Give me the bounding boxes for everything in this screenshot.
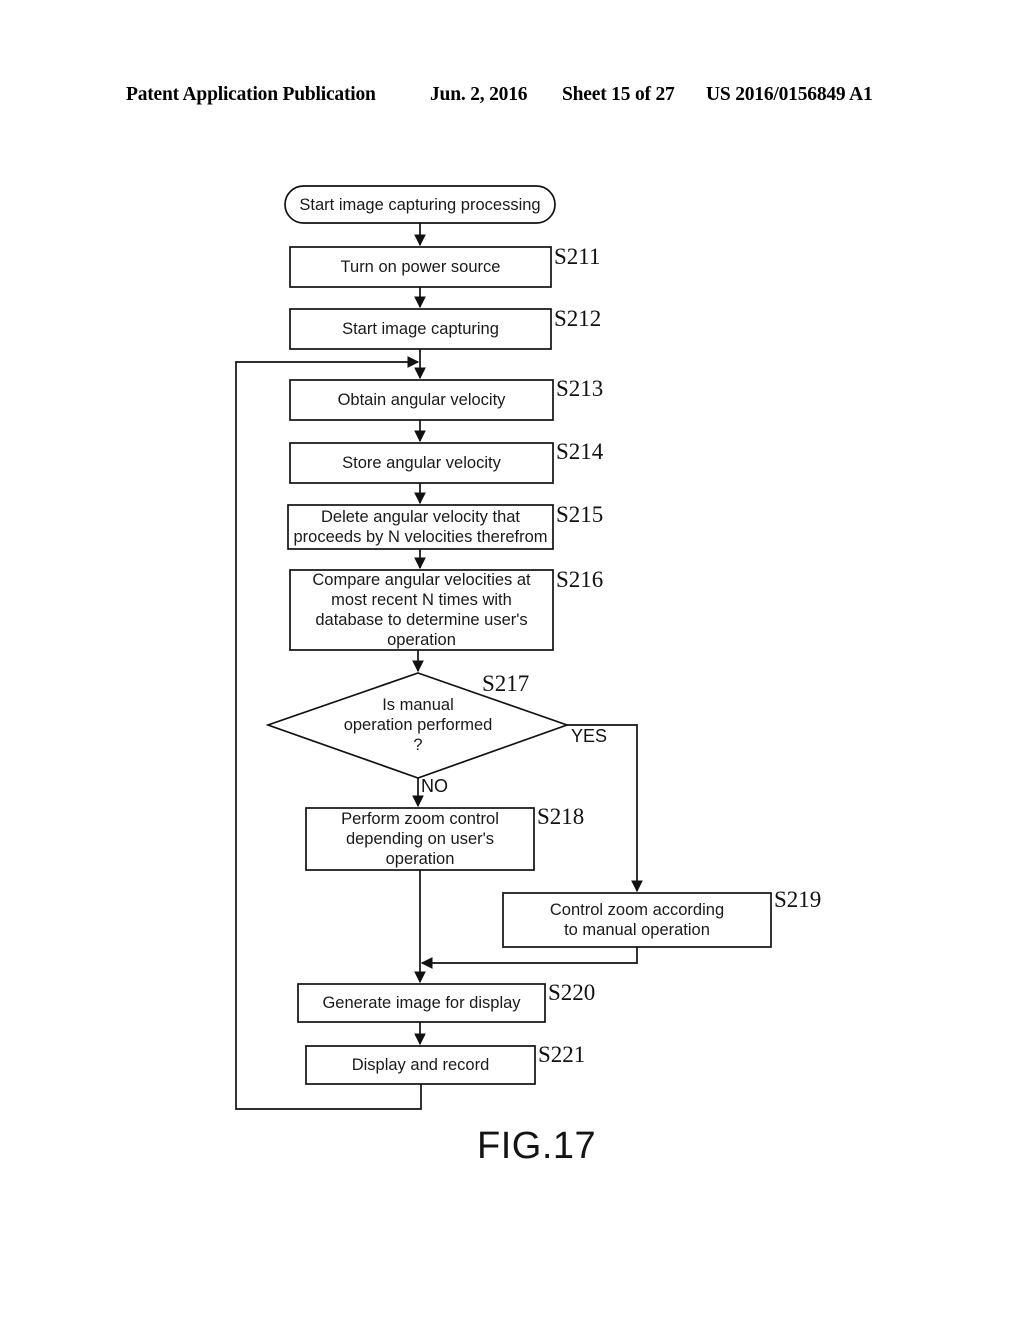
step-label-s211: S211: [554, 244, 601, 269]
step-label-s220: S220: [548, 980, 596, 1005]
step-label-s214: S214: [556, 439, 604, 464]
flowchart-canvas: [235, 185, 772, 1110]
node-start-shape: [284, 185, 556, 224]
step-label-s213: S213: [556, 376, 604, 401]
node-s218-shape: [305, 807, 535, 871]
step-label-s215: S215: [556, 502, 604, 527]
step-label-s218: S218: [537, 804, 585, 829]
step-label-s212: S212: [554, 306, 602, 331]
edge-s221-s213-loop: [235, 356, 422, 1110]
step-label-s219: S219: [774, 887, 822, 912]
node-s215-shape: [287, 504, 554, 550]
node-s220-shape: [297, 983, 546, 1023]
figure-caption: FIG.17: [477, 1125, 597, 1167]
node-s211-shape: [289, 246, 552, 288]
step-label-s217: S217: [482, 671, 530, 696]
step-label-s216: S216: [556, 567, 604, 592]
branch-label-yes: YES: [571, 726, 608, 746]
branch-label-no: NO: [421, 776, 448, 796]
node-s216-shape: [289, 569, 554, 651]
node-s212-shape: [289, 308, 552, 350]
node-s213-shape: [289, 379, 554, 421]
flowchart-figure: Start image capturing processing Turn on…: [0, 0, 1024, 1320]
step-label-s221: S221: [538, 1042, 586, 1067]
edge-s219-s220: [420, 947, 638, 969]
node-s219-shape: [502, 892, 772, 948]
node-s214-shape: [289, 442, 554, 484]
node-s221-shape: [305, 1045, 536, 1085]
